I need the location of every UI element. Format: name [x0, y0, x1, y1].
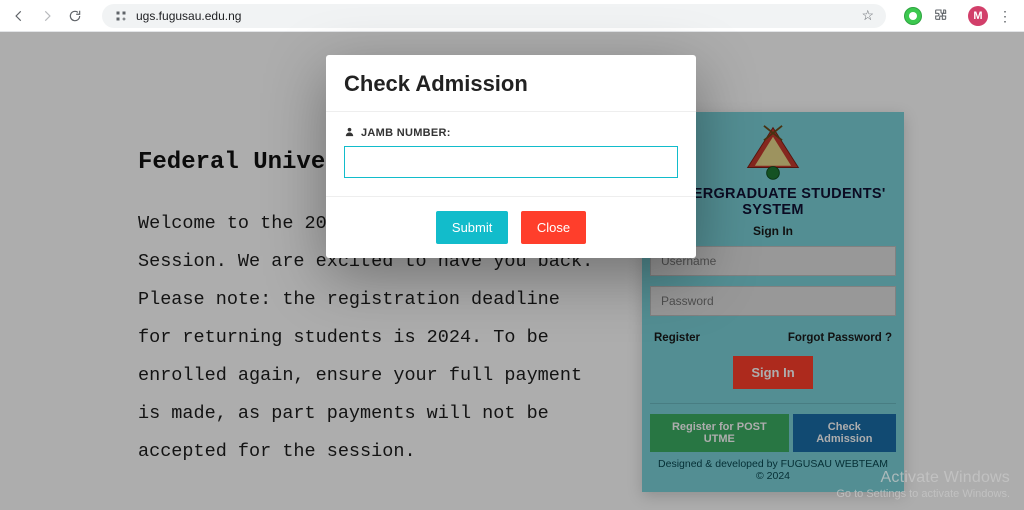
modal-header: Check Admission — [326, 55, 696, 111]
extensions-puzzle-icon[interactable] — [930, 5, 952, 27]
modal-title: Check Admission — [344, 71, 678, 97]
person-icon — [344, 126, 355, 140]
nav-back-button[interactable] — [8, 5, 30, 27]
more-menu-button[interactable]: ⋮ — [994, 5, 1016, 27]
modal-close-button[interactable]: Close — [521, 211, 586, 244]
nav-forward-button[interactable] — [36, 5, 58, 27]
jamb-number-input[interactable] — [344, 146, 678, 178]
nav-reload-button[interactable] — [64, 5, 86, 27]
check-admission-modal: Check Admission JAMB NUMBER: Submit Clos… — [326, 55, 696, 258]
modal-submit-button[interactable]: Submit — [436, 211, 508, 244]
jamb-number-label: JAMB NUMBER: — [344, 126, 678, 140]
profile-initial: M — [973, 10, 982, 22]
modal-footer: Submit Close — [326, 197, 696, 258]
extension-icon[interactable] — [902, 5, 924, 27]
address-bar-url: ugs.fugusau.edu.ng — [136, 9, 853, 23]
profile-avatar[interactable]: M — [968, 6, 988, 26]
modal-body: JAMB NUMBER: — [326, 111, 696, 197]
site-settings-icon[interactable] — [114, 9, 128, 23]
bookmark-star-icon[interactable]: ☆ — [861, 7, 874, 24]
jamb-number-label-text: JAMB NUMBER: — [361, 127, 451, 139]
browser-toolbar: ugs.fugusau.edu.ng ☆ M ⋮ — [0, 0, 1024, 32]
address-bar[interactable]: ugs.fugusau.edu.ng ☆ — [102, 4, 886, 28]
